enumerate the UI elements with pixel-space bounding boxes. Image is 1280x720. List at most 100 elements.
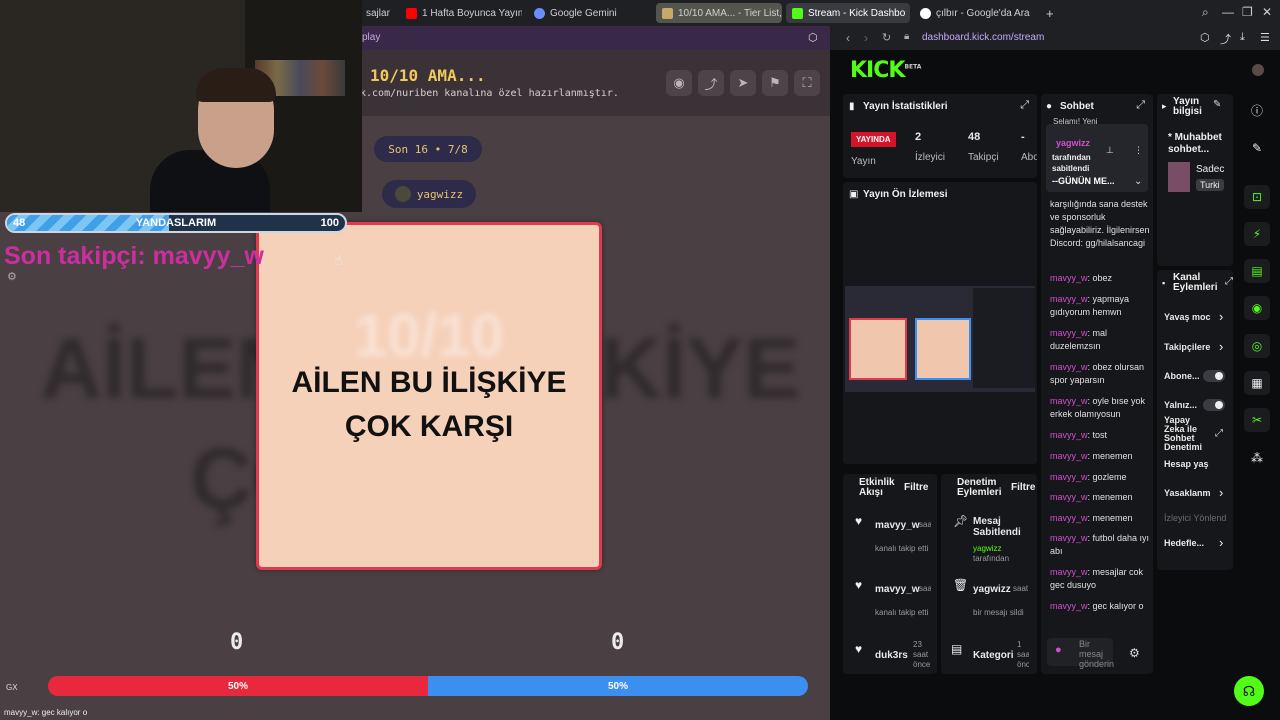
search-icon[interactable]: ⌕: [1202, 5, 1209, 20]
channel-actions-panel: ▪ Kanal Eylemleri ⤢ Yavaş moc › Takipçil…: [1157, 270, 1233, 570]
chat-message: mavyy_w: tost: [1050, 430, 1108, 440]
right-address-bar: ‹ › ↻ 🔒︎ dashboard.kick.com/stream ⬡ ⤴ ⤓…: [830, 26, 1280, 50]
support-button[interactable]: ☊: [1234, 676, 1264, 706]
viewer-redirect-action: İzleyici Yönlend: [1164, 513, 1227, 523]
vote-left[interactable]: 50%: [48, 676, 428, 696]
share-icon[interactable]: ⤴: [1220, 31, 1231, 47]
popout-icon[interactable]: ⤢: [1136, 99, 1145, 112]
info-icon[interactable]: ⓘ: [1244, 98, 1270, 122]
preview-panel: ▣ Yayın Ön İzlemesi: [843, 182, 1037, 464]
reload-icon[interactable]: ↻: [882, 31, 891, 44]
lock-icon: 🔒︎: [904, 31, 910, 42]
cursor-icon: ☝: [334, 252, 343, 268]
round-pill: Son 16 • 7/8: [374, 136, 482, 162]
banned-words-action[interactable]: Yasaklanm: [1164, 488, 1216, 498]
chat-message: mavyy_w: mesajlar cok gec dusuyo: [1050, 567, 1144, 590]
chevron-right-icon[interactable]: ›: [1219, 309, 1223, 324]
chat-message: mavyy_w: gozleme: [1050, 472, 1127, 482]
emote-only-toggle[interactable]: [1203, 399, 1225, 411]
left-address-bar: play ⬡: [360, 26, 830, 50]
tab-kick-dashboard[interactable]: Stream - Kick Dashbo✕: [786, 3, 910, 23]
tab-messages[interactable]: sajlar: [360, 3, 400, 23]
mic-icon[interactable]: ●: [1055, 644, 1062, 656]
slow-mode-action[interactable]: Yavaş moc: [1164, 312, 1211, 322]
gear-icon[interactable]: ⚙: [7, 270, 17, 283]
edit-icon[interactable]: ✎: [1213, 99, 1221, 110]
tab-google-search[interactable]: çılbır - Google'da Ara: [914, 3, 1034, 23]
share-icon[interactable]: ⤴: [698, 70, 724, 96]
edit-icon[interactable]: ✎: [1244, 136, 1270, 160]
chat-input[interactable]: ● Bir mesaj gönderin: [1047, 638, 1114, 669]
popout-icon[interactable]: ⤢: [1225, 276, 1233, 287]
subscribers-only-action[interactable]: Abone...: [1164, 371, 1200, 381]
forward-icon[interactable]: ›: [864, 31, 868, 45]
chat-message: mavyy_w: yapmaya gıdıyorum hemwn: [1050, 294, 1130, 317]
supporters-bar: 48 YANDASLARIM 100: [5, 213, 347, 233]
stats-panel: ▮ Yayın İstatistikleri ⤢ YAYINDA Yayın 2…: [843, 94, 1037, 178]
avatar: [394, 186, 411, 202]
chevron-right-icon[interactable]: ›: [1219, 485, 1223, 500]
moderation-panel: Denetim Eylemleri Filtre 📌︎ Mesaj Sabitl…: [941, 474, 1037, 674]
vote-right[interactable]: 50%: [428, 676, 808, 696]
followers-only-action[interactable]: Takipçilere: [1164, 342, 1216, 352]
kick-icon: [792, 7, 803, 19]
emote-only-action[interactable]: Yalnız...: [1164, 400, 1197, 410]
minimize-icon[interactable]: —: [1222, 5, 1234, 19]
more-icon[interactable]: ⋮: [1134, 145, 1143, 156]
url-field[interactable]: dashboard.kick.com/stream: [922, 32, 1044, 43]
youtube-icon: [406, 7, 417, 19]
back-icon[interactable]: ‹: [846, 31, 850, 45]
info-icon: ▸: [1162, 101, 1167, 111]
tab-gemini[interactable]: Google Gemini: [528, 3, 638, 23]
menu-icon[interactable]: ☰: [1260, 31, 1270, 44]
targets-action[interactable]: Hedefle...: [1164, 538, 1204, 548]
score-left: 0: [230, 630, 244, 655]
popout-icon[interactable]: ⤢: [1215, 428, 1223, 439]
send-icon[interactable]: ➤: [730, 70, 756, 96]
account-age-action[interactable]: Hesap yaş: [1164, 459, 1209, 469]
kick-logo[interactable]: KICKBETA: [850, 58, 921, 83]
chat-message: mavyy_w: obez olursan spor yaparsın: [1050, 362, 1145, 385]
flag-icon[interactable]: ⚑: [762, 70, 788, 96]
pinned-message[interactable]: yagwizz ⊥ ⋮ tarafından sabitlendi --GÜNÜ…: [1046, 124, 1148, 192]
wrench-icon[interactable]: ✂: [1244, 408, 1270, 432]
extensions-icon[interactable]: ⬡: [1200, 31, 1210, 44]
statement-card[interactable]: 10/10 AİLEN BU İLİŞKİYE ÇOK KARŞI: [256, 222, 602, 570]
overlay-chat-line: mavyy_w: gec kalıyor o: [4, 708, 88, 717]
subscribers-toggle[interactable]: [1203, 370, 1225, 382]
download-icon[interactable]: ⤓: [1240, 31, 1245, 44]
new-tab-icon[interactable]: +: [1040, 3, 1060, 23]
last-follower: Son takipçi: mavyy_w: [4, 242, 264, 270]
tab-youtube[interactable]: 1 Hafta Boyunca Yayın Aç: [400, 3, 522, 23]
vote-bar: 50% 50%: [48, 676, 808, 696]
activity-filter-button[interactable]: Filtre: [904, 482, 928, 493]
person-hair: [196, 68, 276, 102]
broadcast-icon[interactable]: ◎: [1244, 334, 1270, 358]
gear-icon[interactable]: ⚙: [1129, 646, 1140, 660]
chevron-down-icon[interactable]: ⌄: [1134, 176, 1142, 187]
chat-message: mavyy_w: mal duzelemzsın: [1050, 328, 1108, 351]
document-icon[interactable]: ▤: [1244, 259, 1270, 283]
chat-bubble-icon[interactable]: ◉: [1244, 296, 1270, 320]
chat-message: mavyy_w: menemen: [1050, 492, 1133, 502]
ai-moderation-action[interactable]: Yapay Zeka ile Sohbet Denetimi: [1164, 416, 1208, 452]
capture-icon[interactable]: ⊡: [1244, 185, 1270, 209]
layout-icon[interactable]: ▦: [1244, 371, 1270, 395]
close-window-icon[interactable]: ✕: [1262, 5, 1272, 19]
eye-icon[interactable]: ◉: [666, 70, 692, 96]
lightning-icon[interactable]: ⚡︎: [1244, 222, 1270, 246]
heart-icon: ♥: [855, 514, 863, 528]
chevron-right-icon[interactable]: ›: [1219, 339, 1223, 354]
maximize-icon[interactable]: ❐: [1242, 5, 1253, 19]
apps-icon[interactable]: ⁂: [1244, 446, 1270, 470]
avatar[interactable]: [1252, 64, 1264, 76]
chevron-right-icon[interactable]: ›: [1219, 535, 1223, 550]
google-icon: [920, 7, 931, 19]
popout-icon[interactable]: ⤢: [1020, 99, 1029, 112]
fullscreen-icon[interactable]: ⛶: [794, 70, 820, 96]
activity-panel: Etkinlik Akışı Filtre ♥ mavyy_w saat önc…: [843, 474, 937, 674]
tab-tierlist[interactable]: 10/10 AMA... - Tier List, K: [656, 3, 782, 23]
extension-icon[interactable]: ⬡: [808, 31, 818, 44]
moderation-filter-button[interactable]: Filtre: [1011, 482, 1035, 493]
stream-preview-thumbnail[interactable]: [845, 286, 1035, 392]
